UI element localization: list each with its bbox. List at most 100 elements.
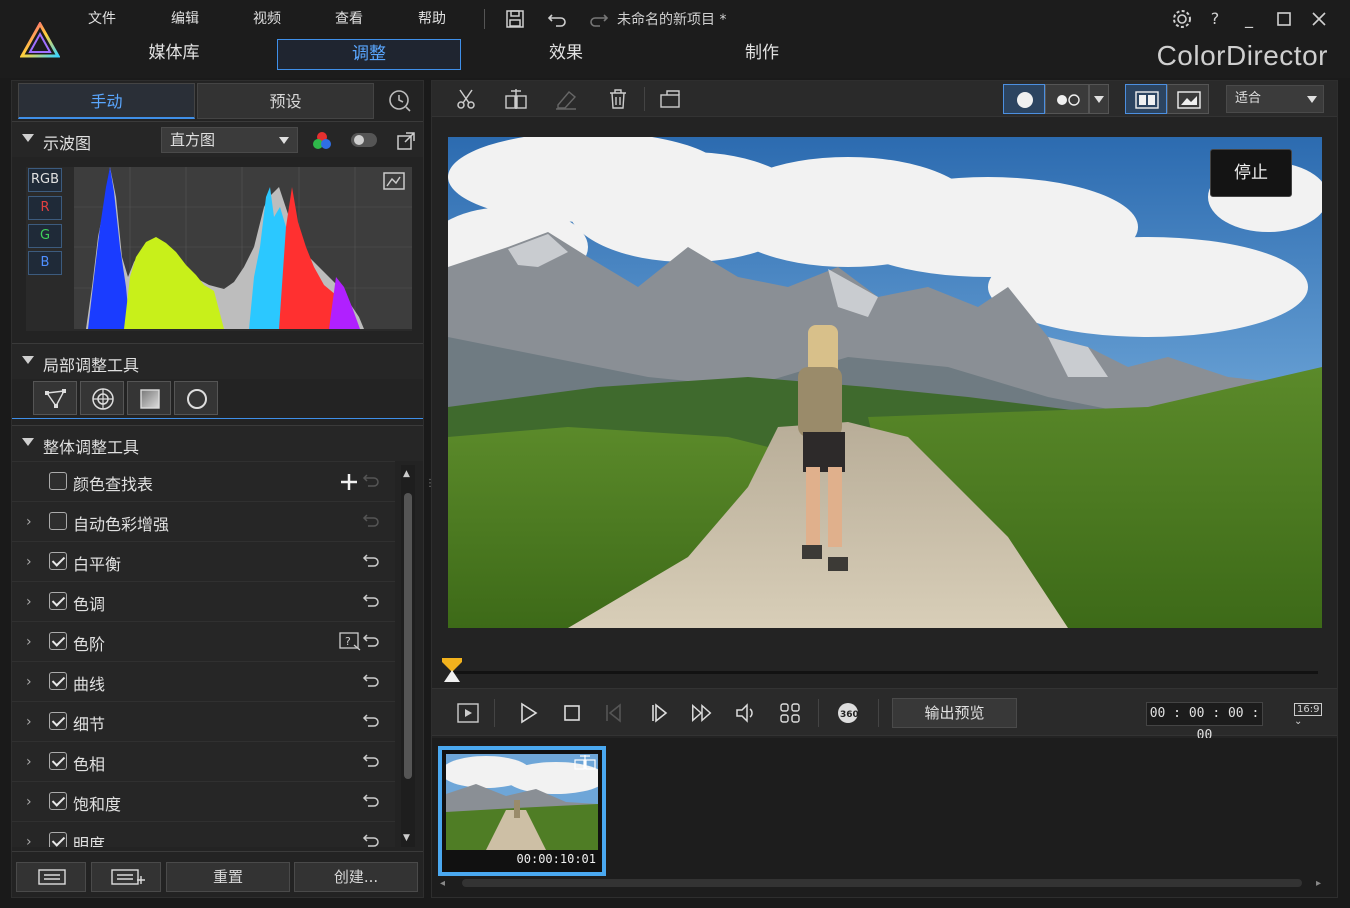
volume-icon[interactable]	[734, 701, 758, 725]
scroll-right-icon[interactable]: ▸	[1316, 878, 1321, 889]
menu-file[interactable]: 文件	[88, 8, 116, 28]
local-tools-section-header[interactable]: 局部调整工具	[12, 343, 423, 379]
waveform-section-header[interactable]: 示波图 直方图	[12, 121, 423, 157]
menu-edit[interactable]: 编辑	[171, 8, 199, 28]
clip-tray-scrollbar[interactable]	[462, 879, 1302, 887]
list-item-lightness[interactable]: › 明度	[12, 821, 395, 847]
auto-levels-icon[interactable]: ?	[339, 631, 361, 651]
tab-presets[interactable]: 预设	[197, 83, 374, 119]
list-item-lut[interactable]: 颜色查找表	[12, 461, 395, 501]
view-compare-button[interactable]	[1045, 84, 1089, 114]
channel-rgb-button[interactable]: RGB	[28, 168, 62, 192]
reset-undo-icon[interactable]	[361, 551, 381, 571]
tab-adjust[interactable]: 调整	[277, 39, 461, 70]
checkbox[interactable]	[49, 592, 67, 610]
list-item-curves[interactable]: › 曲线	[12, 661, 395, 701]
maximize-icon[interactable]	[1272, 8, 1296, 30]
checkbox[interactable]	[49, 752, 67, 770]
list-item-white-balance[interactable]: › 白平衡	[12, 541, 395, 581]
play-icon[interactable]	[516, 701, 540, 725]
toggle-switch-icon[interactable]	[350, 131, 378, 149]
next-frame-icon[interactable]	[648, 701, 672, 725]
chevron-right-icon[interactable]: ›	[26, 794, 32, 810]
gradient-tool-button[interactable]	[127, 381, 171, 415]
list-item-auto-color[interactable]: › 自动色彩增强	[12, 501, 395, 541]
eraser-icon[interactable]	[554, 87, 578, 111]
fast-forward-icon[interactable]	[690, 701, 714, 725]
reset-undo-icon[interactable]	[361, 511, 381, 531]
checkbox[interactable]	[49, 512, 67, 530]
output-preview-button[interactable]: 输出预览	[892, 698, 1017, 728]
menu-help[interactable]: 帮助	[418, 8, 446, 28]
collapse-triangle-icon[interactable]	[22, 356, 34, 364]
chevron-right-icon[interactable]: ›	[26, 834, 32, 847]
chevron-right-icon[interactable]: ›	[26, 594, 32, 610]
display-split-button[interactable]	[1125, 84, 1167, 114]
redo-icon[interactable]	[588, 8, 610, 30]
save-icon[interactable]	[504, 8, 526, 30]
scroll-left-icon[interactable]: ◂	[440, 878, 445, 889]
scroll-thumb[interactable]	[404, 493, 412, 779]
tab-effects[interactable]: 效果	[474, 39, 658, 70]
display-full-button[interactable]	[1167, 84, 1209, 114]
previous-frame-icon[interactable]	[602, 701, 626, 725]
menu-video[interactable]: 视频	[253, 8, 281, 28]
copy-settings-button[interactable]	[16, 862, 86, 892]
list-item-levels[interactable]: › 色阶 ?	[12, 621, 395, 661]
reset-undo-icon[interactable]	[361, 711, 381, 731]
stop-button[interactable]: 停止	[1210, 149, 1292, 197]
scroll-up-icon[interactable]: ▲	[403, 469, 410, 479]
global-tools-section-header[interactable]: 整体调整工具	[12, 425, 423, 461]
video-preview[interactable]	[448, 137, 1322, 628]
channel-r-button[interactable]: R	[28, 196, 62, 220]
timecode-display[interactable]: 00 : 00 : 00 : 00	[1146, 702, 1263, 743]
checkbox[interactable]	[49, 832, 67, 847]
reset-undo-icon[interactable]	[361, 831, 381, 847]
radial-tool-button[interactable]	[80, 381, 124, 415]
help-icon[interactable]: ?	[1203, 8, 1227, 30]
chevron-right-icon[interactable]: ›	[26, 674, 32, 690]
menu-view[interactable]: 查看	[335, 8, 363, 28]
tab-media-library[interactable]: 媒体库	[82, 39, 266, 70]
trash-icon[interactable]	[606, 87, 630, 111]
channel-g-button[interactable]: G	[28, 224, 62, 248]
aspect-ratio-selector[interactable]: 16:9 ⌄	[1294, 703, 1330, 727]
reset-undo-icon[interactable]	[361, 751, 381, 771]
split-icon[interactable]	[504, 87, 528, 111]
history-icon[interactable]	[386, 87, 414, 115]
reset-undo-icon[interactable]	[361, 471, 381, 491]
timeline-track[interactable]	[450, 671, 1318, 674]
scroll-down-icon[interactable]: ▼	[403, 833, 410, 843]
popout-icon[interactable]	[396, 131, 416, 151]
list-item-saturation[interactable]: › 饱和度	[12, 781, 395, 821]
collapse-triangle-icon[interactable]	[22, 134, 34, 142]
playhead-marker[interactable]	[442, 658, 462, 684]
scissors-icon[interactable]	[454, 87, 478, 111]
chevron-right-icon[interactable]: ›	[26, 554, 32, 570]
checkbox[interactable]	[49, 632, 67, 650]
paste-settings-button[interactable]	[91, 862, 161, 892]
grid-view-icon[interactable]	[778, 701, 802, 725]
tab-produce[interactable]: 制作	[670, 39, 854, 70]
brush-tool-button[interactable]	[174, 381, 218, 415]
scope-mode-dropdown[interactable]: 直方图	[161, 127, 298, 153]
close-icon[interactable]	[1307, 8, 1331, 30]
channel-b-button[interactable]: B	[28, 251, 62, 275]
clip-thumbnail[interactable]: 00:00:10:01	[438, 746, 606, 876]
reset-undo-icon[interactable]	[361, 631, 381, 651]
reset-button[interactable]: 重置	[166, 862, 290, 892]
360-view-icon[interactable]: 360	[836, 701, 860, 725]
path-tool-button[interactable]	[33, 381, 77, 415]
create-preset-button[interactable]: 创建...	[294, 862, 418, 892]
checkbox[interactable]	[49, 792, 67, 810]
checkbox[interactable]	[49, 472, 67, 490]
histogram-expand-icon[interactable]	[382, 171, 406, 191]
play-range-icon[interactable]	[456, 701, 480, 725]
checkbox[interactable]	[49, 712, 67, 730]
color-channels-icon[interactable]	[311, 130, 333, 152]
reset-undo-icon[interactable]	[361, 671, 381, 691]
list-item-tone[interactable]: › 色调	[12, 581, 395, 621]
view-single-button[interactable]	[1003, 84, 1045, 114]
list-item-detail[interactable]: › 细节	[12, 701, 395, 741]
crop-resize-icon[interactable]	[658, 87, 682, 111]
